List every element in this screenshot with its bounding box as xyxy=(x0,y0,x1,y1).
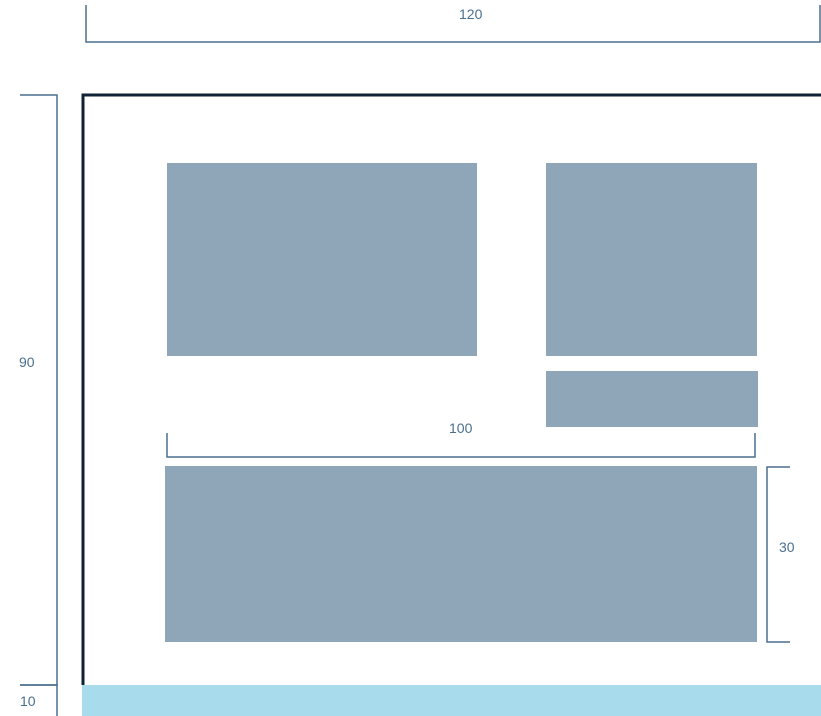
top-width-label: 120 xyxy=(459,6,483,22)
right-height-label: 30 xyxy=(779,539,795,555)
left-height-label: 90 xyxy=(19,354,35,370)
layout-diagram: 120 90 10 100 30 xyxy=(0,0,821,716)
block-small-right xyxy=(546,371,758,427)
inner-width-bracket xyxy=(166,433,756,458)
bottom-height-label: 10 xyxy=(20,693,36,709)
block-wide-bottom xyxy=(165,466,757,642)
base-strip xyxy=(82,685,821,716)
top-width-bracket xyxy=(85,5,821,43)
block-large-top-left xyxy=(167,163,477,356)
block-top-right xyxy=(546,163,757,356)
left-height-bracket xyxy=(20,94,58,686)
inner-width-label: 100 xyxy=(449,420,473,436)
